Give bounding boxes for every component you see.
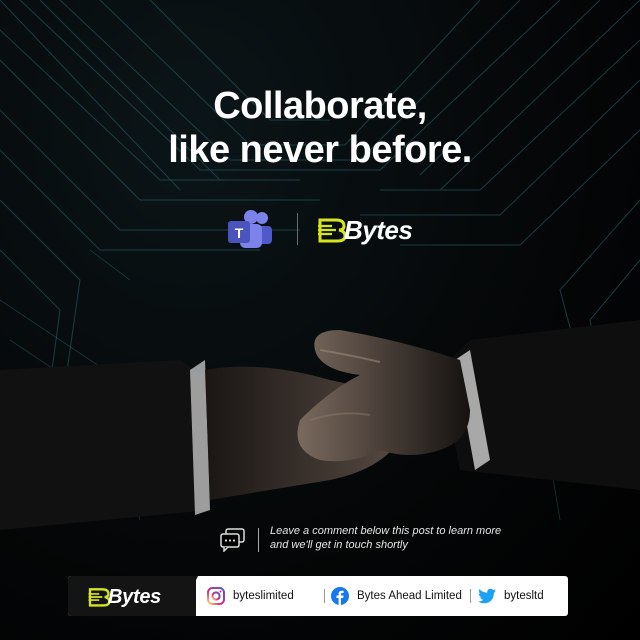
footer-divider bbox=[470, 589, 471, 603]
instagram-handle: byteslimited bbox=[233, 590, 294, 602]
footer-divider bbox=[324, 589, 325, 603]
headline-line-1: Collaborate, bbox=[213, 85, 427, 127]
promo-post: Collaborate, like never before. T Bytes bbox=[0, 0, 640, 640]
social-footer-bar: Bytes byteslimited Bytes Ahead Limited b… bbox=[68, 576, 568, 616]
twitter-icon bbox=[478, 588, 496, 604]
footer-brand-slant bbox=[178, 576, 198, 616]
cta-divider bbox=[258, 528, 259, 552]
partner-logos: T Bytes bbox=[0, 205, 640, 255]
logo-divider bbox=[297, 213, 298, 245]
cta-text: Leave a comment below this post to learn… bbox=[270, 525, 502, 551]
chat-bubbles-icon bbox=[220, 528, 245, 552]
facebook-link[interactable]: Bytes Ahead Limited bbox=[331, 586, 462, 606]
microsoft-teams-icon: T bbox=[228, 210, 272, 248]
headline-line-2: like never before. bbox=[168, 129, 472, 171]
bytes-logo: Bytes bbox=[318, 215, 418, 245]
instagram-icon bbox=[207, 587, 225, 605]
bytes-wordmark: Bytes bbox=[344, 215, 413, 245]
svg-text:T: T bbox=[235, 225, 244, 241]
handshake-image bbox=[0, 320, 640, 530]
footer-bytes-logo: Bytes bbox=[88, 585, 178, 609]
comment-call-to-action: Leave a comment below this post to learn… bbox=[220, 522, 520, 558]
facebook-handle: Bytes Ahead Limited bbox=[357, 590, 462, 602]
facebook-icon bbox=[331, 587, 349, 605]
twitter-link[interactable]: bytesltd bbox=[478, 586, 544, 606]
twitter-handle: bytesltd bbox=[504, 590, 544, 602]
instagram-link[interactable]: byteslimited bbox=[207, 586, 294, 606]
footer-bytes-wordmark: Bytes bbox=[108, 586, 161, 608]
